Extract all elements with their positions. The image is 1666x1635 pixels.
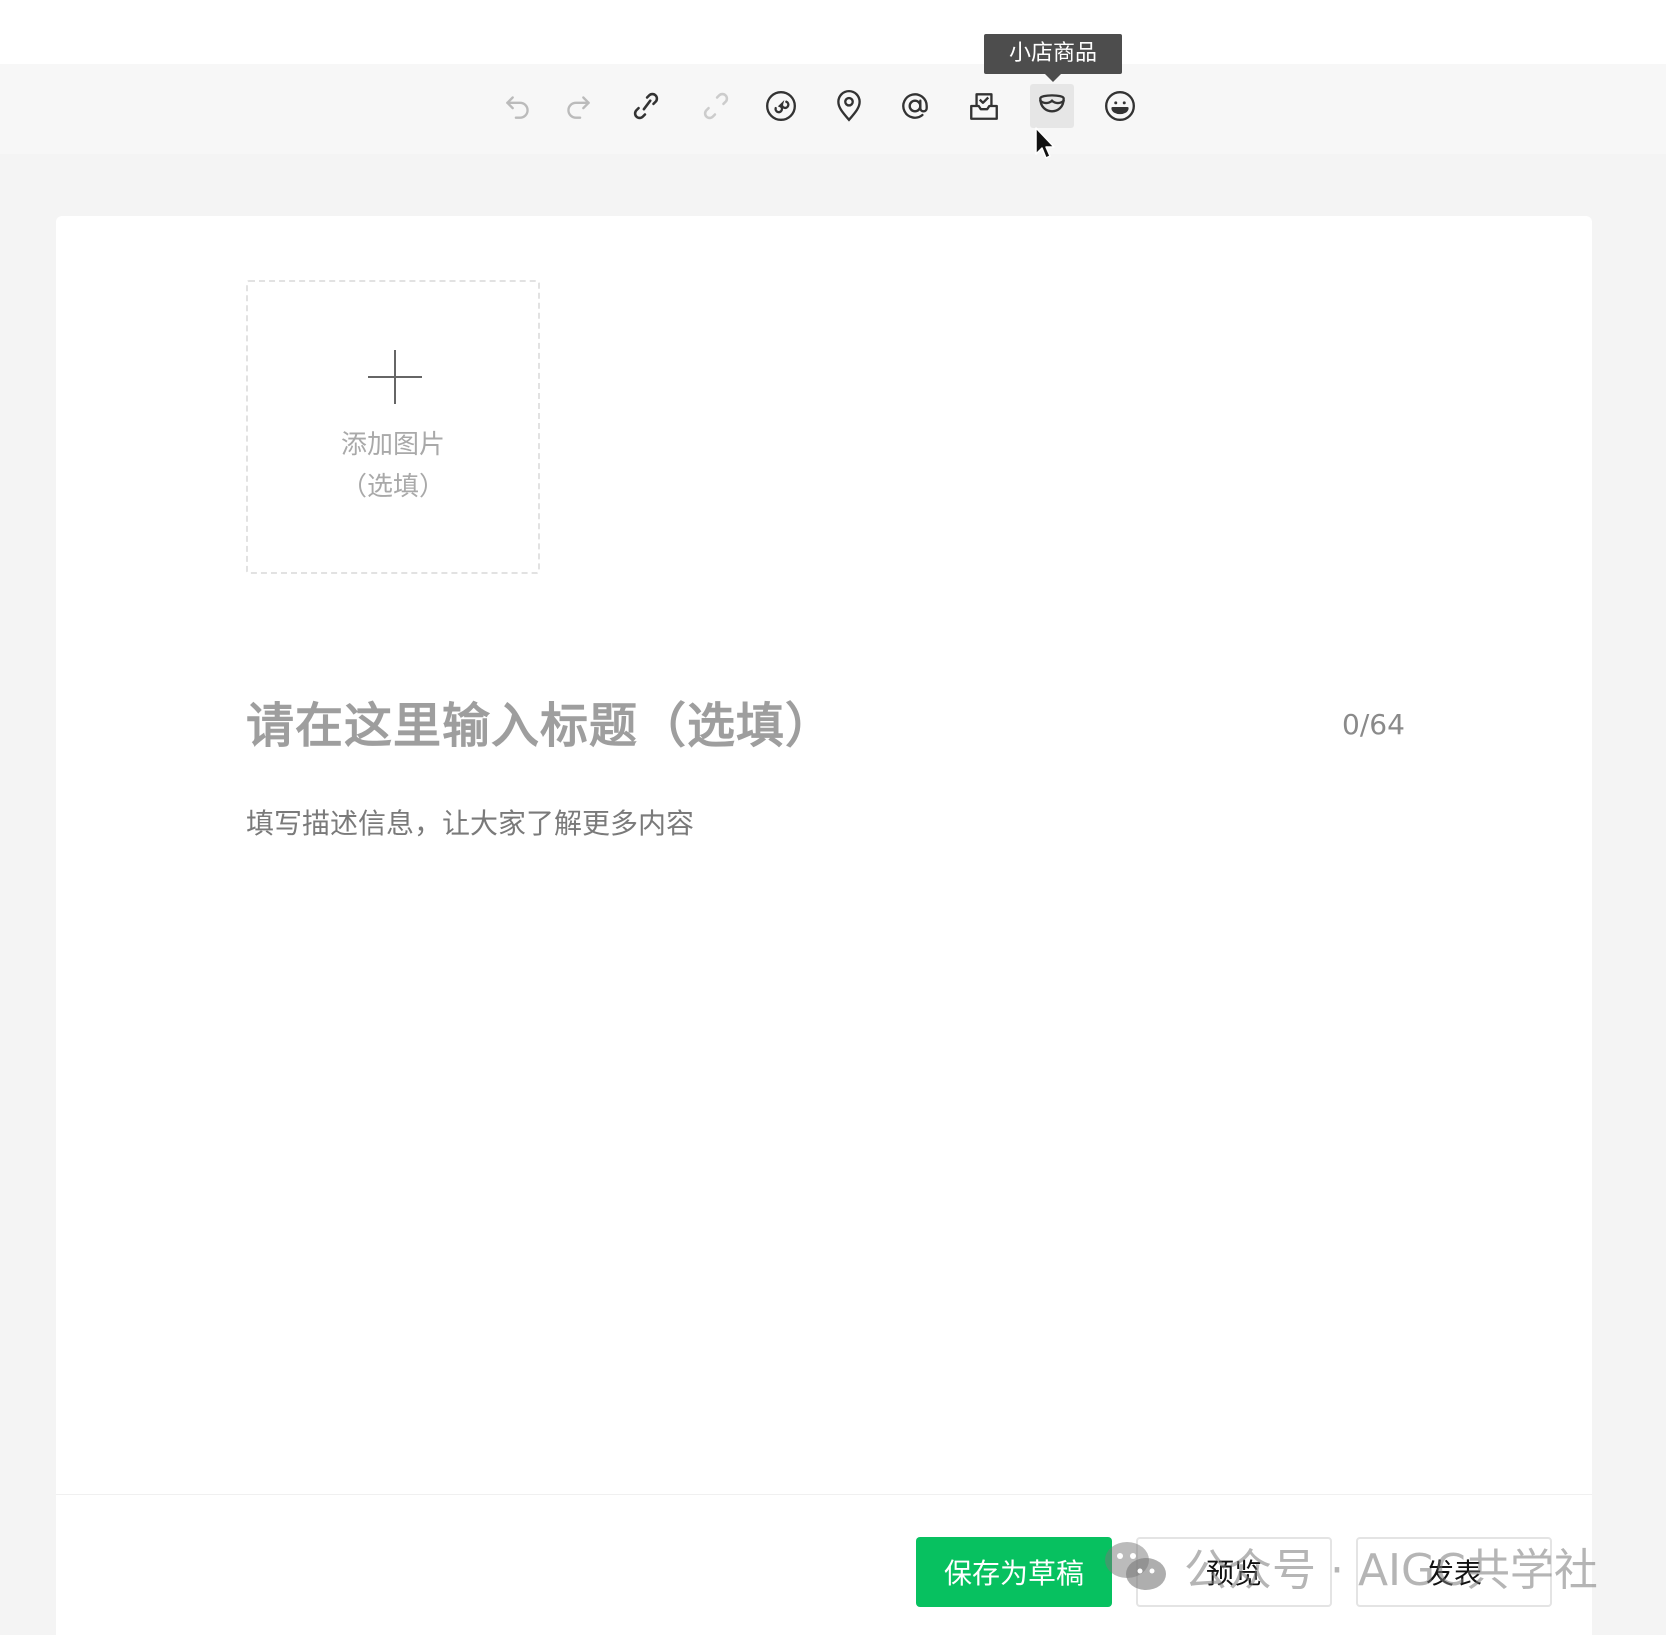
mini-program-button[interactable]	[759, 84, 803, 128]
unlink-icon	[703, 92, 729, 120]
redo-button[interactable]	[556, 84, 600, 128]
vote-button[interactable]	[962, 84, 1006, 128]
description-input[interactable]: 填写描述信息，让大家了解更多内容	[246, 802, 694, 842]
toolbar-tooltip: 小店商品	[984, 34, 1122, 82]
emoji-icon	[1105, 91, 1135, 121]
top-bar	[0, 0, 1666, 64]
add-image-dropzone[interactable]: 添加图片 （选填）	[246, 280, 540, 574]
add-image-label: 添加图片	[340, 430, 445, 460]
undo-button[interactable]	[496, 84, 540, 128]
mention-button[interactable]	[893, 84, 937, 128]
location-icon	[837, 90, 861, 122]
remove-link-button[interactable]	[694, 84, 738, 128]
mention-icon	[902, 93, 928, 119]
publish-button[interactable]: 发表	[1356, 1537, 1552, 1607]
editor-footer: 保存为草稿 预览 发表	[56, 1494, 1592, 1635]
emoji-button[interactable]	[1098, 84, 1142, 128]
insert-link-button[interactable]	[624, 84, 668, 128]
location-button[interactable]	[827, 84, 871, 128]
redo-icon	[567, 96, 590, 119]
mouse-cursor-icon	[1035, 127, 1055, 159]
shop-product-icon	[1039, 94, 1065, 113]
editor-toolbar	[0, 64, 1666, 154]
shop-product-button[interactable]	[1030, 84, 1074, 128]
title-input[interactable]: 请在这里输入标题（选填）	[246, 686, 834, 756]
vote-inbox-icon	[970, 93, 998, 120]
preview-button[interactable]: 预览	[1136, 1537, 1332, 1607]
add-image-optional-label: （选填）	[340, 472, 445, 502]
mini-program-icon	[766, 91, 796, 121]
save-draft-button[interactable]: 保存为草稿	[916, 1537, 1112, 1607]
undo-icon	[506, 96, 529, 119]
editor-card: 添加图片 （选填） 请在这里输入标题（选填） 0/64 填写描述信息，让大家了解…	[56, 216, 1592, 1634]
title-char-counter: 0/64	[1342, 708, 1405, 741]
link-icon	[633, 92, 659, 120]
plus-icon	[368, 350, 422, 404]
